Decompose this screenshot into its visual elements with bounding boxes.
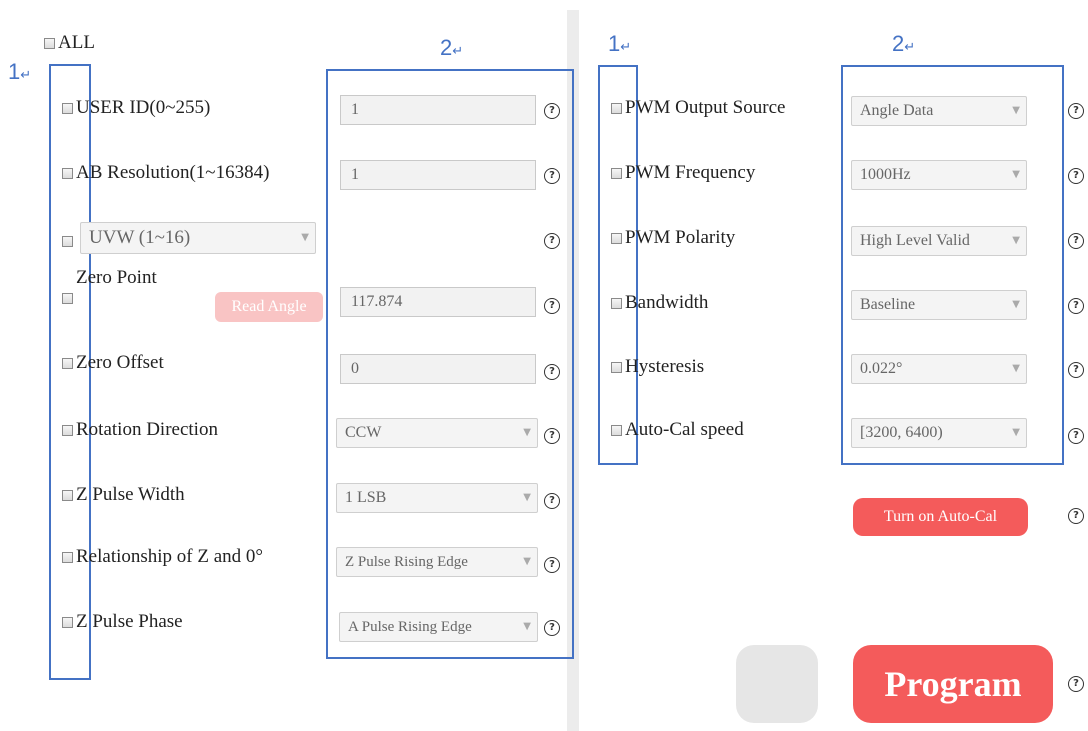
- pwm-polarity-label: PWM Polarity: [625, 227, 736, 248]
- rotation-direction-label: Rotation Direction: [76, 419, 218, 440]
- auto-cal-speed-help-icon[interactable]: ?: [1068, 428, 1084, 444]
- zero-point-label: Zero Point: [76, 267, 157, 288]
- user-id-label: USER ID(0~255): [76, 97, 211, 118]
- pwm-polarity-value: High Level Valid: [860, 232, 970, 249]
- zero-offset-help-icon[interactable]: ?: [544, 364, 560, 380]
- rotation-direction-checkbox[interactable]: [62, 425, 73, 436]
- pwm-polarity-select[interactable]: High Level Valid ▼: [851, 226, 1027, 256]
- hysteresis-help-icon[interactable]: ?: [1068, 362, 1084, 378]
- pwm-frequency-help-icon[interactable]: ?: [1068, 168, 1084, 184]
- turn-on-autocal-button[interactable]: Turn on Auto-Cal: [853, 498, 1028, 536]
- uvw-select[interactable]: UVW (1~16) ▼: [80, 222, 316, 254]
- user-id-help-icon[interactable]: ?: [544, 103, 560, 119]
- auto-cal-speed-value: [3200, 6400): [860, 424, 943, 441]
- chevron-down-icon: ▼: [1012, 427, 1020, 438]
- user-id-checkbox[interactable]: [62, 103, 73, 114]
- user-id-input[interactable]: 1: [340, 95, 536, 125]
- all-label: ALL: [58, 32, 95, 53]
- hysteresis-checkbox[interactable]: [611, 362, 622, 373]
- z-pulse-phase-label: Z Pulse Phase: [76, 611, 183, 632]
- pwm-frequency-checkbox[interactable]: [611, 168, 622, 179]
- annotation-box-checkboxes-right: [598, 65, 638, 465]
- chevron-down-icon: ▼: [1012, 363, 1020, 374]
- hysteresis-label: Hysteresis: [625, 356, 705, 377]
- auto-cal-speed-select[interactable]: [3200, 6400) ▼: [851, 418, 1027, 448]
- zero-point-input[interactable]: 117.874: [340, 287, 536, 317]
- z-pulse-phase-value: A Pulse Rising Edge: [348, 619, 472, 635]
- pwm-polarity-help-icon[interactable]: ?: [1068, 233, 1084, 249]
- chevron-down-icon: ▼: [523, 621, 531, 632]
- chevron-down-icon: ▼: [1012, 299, 1020, 310]
- z-relationship-help-icon[interactable]: ?: [544, 557, 560, 573]
- bandwidth-label: Bandwidth: [625, 292, 709, 313]
- all-checkbox[interactable]: [44, 38, 55, 49]
- pwm-output-source-help-icon[interactable]: ?: [1068, 103, 1084, 119]
- z-pulse-width-help-icon[interactable]: ?: [544, 493, 560, 509]
- pwm-frequency-value: 1000Hz: [860, 166, 911, 183]
- autocal-help-icon[interactable]: ?: [1068, 508, 1084, 524]
- zero-offset-input[interactable]: 0: [340, 354, 536, 384]
- hysteresis-select[interactable]: 0.022° ▼: [851, 354, 1027, 384]
- secondary-button[interactable]: [736, 645, 818, 723]
- zero-point-checkbox[interactable]: [62, 293, 73, 304]
- bandwidth-value: Baseline: [860, 296, 916, 313]
- bandwidth-checkbox[interactable]: [611, 298, 622, 309]
- chevron-down-icon: ▼: [523, 492, 531, 503]
- z-relationship-value: Z Pulse Rising Edge: [345, 554, 468, 570]
- uvw-help-icon[interactable]: ?: [544, 233, 560, 249]
- chevron-down-icon: ▼: [1012, 105, 1020, 116]
- hysteresis-value: 0.022°: [860, 360, 903, 377]
- chevron-down-icon: ▼: [523, 556, 531, 567]
- z-relationship-checkbox[interactable]: [62, 552, 73, 563]
- z-relationship-select[interactable]: Z Pulse Rising Edge ▼: [336, 547, 538, 577]
- z-pulse-width-value: 1 LSB: [345, 489, 387, 506]
- pwm-frequency-select[interactable]: 1000Hz ▼: [851, 160, 1027, 190]
- z-pulse-width-select[interactable]: 1 LSB ▼: [336, 483, 538, 513]
- rotation-direction-select[interactable]: CCW ▼: [336, 418, 538, 448]
- z-pulse-width-label: Z Pulse Width: [76, 484, 185, 505]
- annotation-col1-right: 1↵: [608, 31, 632, 56]
- annotation-col2-right: 2↵: [892, 31, 916, 56]
- ab-resolution-label: AB Resolution(1~16384): [76, 162, 270, 183]
- zero-point-help-icon[interactable]: ?: [544, 298, 560, 314]
- z-pulse-phase-select[interactable]: A Pulse Rising Edge ▼: [339, 612, 538, 642]
- annotation-col1-left: 1↵: [8, 59, 32, 84]
- pwm-output-source-value: Angle Data: [860, 102, 934, 119]
- read-angle-button[interactable]: Read Angle: [215, 292, 323, 322]
- bandwidth-select[interactable]: Baseline ▼: [851, 290, 1027, 320]
- program-button[interactable]: Program: [853, 645, 1053, 723]
- rotation-direction-help-icon[interactable]: ?: [544, 428, 560, 444]
- zero-offset-checkbox[interactable]: [62, 358, 73, 369]
- chevron-down-icon: ▼: [301, 232, 309, 243]
- pwm-output-source-checkbox[interactable]: [611, 103, 622, 114]
- rotation-direction-value: CCW: [345, 424, 382, 441]
- z-pulse-width-checkbox[interactable]: [62, 490, 73, 501]
- auto-cal-speed-label: Auto-Cal speed: [625, 419, 744, 440]
- pwm-output-source-select[interactable]: Angle Data ▼: [851, 96, 1027, 126]
- uvw-checkbox[interactable]: [62, 236, 73, 247]
- z-pulse-phase-checkbox[interactable]: [62, 617, 73, 628]
- uvw-select-value: UVW (1~16): [89, 227, 191, 248]
- bandwidth-help-icon[interactable]: ?: [1068, 298, 1084, 314]
- annotation-col2-left: 2↵: [440, 35, 464, 60]
- ab-resolution-checkbox[interactable]: [62, 168, 73, 179]
- z-pulse-phase-help-icon[interactable]: ?: [544, 620, 560, 636]
- ab-resolution-input[interactable]: 1: [340, 160, 536, 190]
- chevron-down-icon: ▼: [523, 427, 531, 438]
- pwm-frequency-label: PWM Frequency: [625, 162, 756, 183]
- pwm-output-source-label: PWM Output Source: [625, 97, 786, 118]
- ab-resolution-help-icon[interactable]: ?: [544, 168, 560, 184]
- chevron-down-icon: ▼: [1012, 169, 1020, 180]
- program-help-icon[interactable]: ?: [1068, 676, 1084, 692]
- chevron-down-icon: ▼: [1012, 235, 1020, 246]
- z-relationship-label: Relationship of Z and 0°: [76, 546, 264, 567]
- zero-offset-label: Zero Offset: [76, 352, 164, 373]
- pwm-polarity-checkbox[interactable]: [611, 233, 622, 244]
- auto-cal-speed-checkbox[interactable]: [611, 425, 622, 436]
